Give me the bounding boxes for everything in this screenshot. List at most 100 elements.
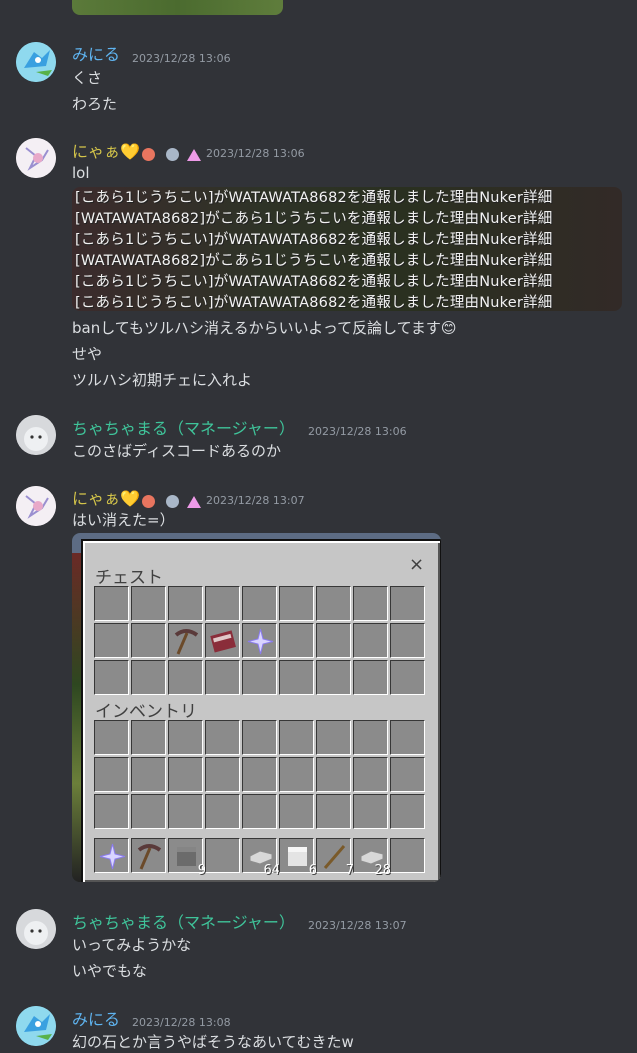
slot — [168, 660, 203, 695]
timestamp: 2023/12/28 13:08 — [132, 1016, 231, 1029]
message-text: くさ — [72, 69, 103, 87]
username[interactable]: にゃぁ💛 — [72, 142, 140, 162]
slot — [131, 838, 166, 873]
slot: 64 — [242, 838, 280, 878]
triangle-badge-icon — [187, 495, 202, 508]
hotbar-grid: 9 64 6 7 28 — [93, 837, 426, 878]
log-line: [こあら1じうちこい]がWATAWATA8682を通報しました理由Nuker詳細 — [75, 232, 553, 248]
timestamp: 2023/12/28 13:06 — [132, 52, 231, 65]
avatar[interactable] — [16, 138, 56, 178]
log-line: [こあら1じうちこい]がWATAWATA8682を通報しました理由Nuker詳細 — [75, 190, 553, 206]
message-text: banしてもツルハシ消えるからいいよって反論してます😊 — [72, 319, 457, 337]
chest-grid — [93, 585, 426, 696]
slot — [279, 623, 314, 658]
white-block-icon — [288, 847, 307, 866]
slot — [353, 757, 388, 792]
slot — [94, 794, 129, 829]
slot — [242, 794, 277, 829]
stick-icon — [323, 845, 346, 869]
slot — [131, 794, 166, 829]
slot — [316, 720, 351, 755]
slot — [205, 586, 240, 621]
chest-gui-panel: チェスト × インベントリ 9 64 6 7 28 — [81, 539, 441, 882]
username[interactable]: にゃぁ💛 — [72, 489, 140, 509]
slot — [168, 586, 203, 621]
avatar[interactable] — [16, 1006, 56, 1046]
slot — [279, 660, 314, 695]
slot — [353, 586, 388, 621]
slot — [94, 720, 129, 755]
username[interactable]: ちゃちゃまる（マネージャー） — [72, 913, 295, 933]
slot — [316, 623, 351, 658]
avatar[interactable] — [16, 486, 56, 526]
enchanted-book-icon — [210, 630, 236, 653]
slot — [242, 720, 277, 755]
slot — [316, 757, 351, 792]
message-text: lol — [72, 164, 90, 182]
pickaxe-icon — [137, 844, 162, 870]
item-count: 64 — [263, 863, 280, 878]
minecraft-screenshot[interactable]: チェスト × インベントリ 9 64 6 7 28 — [72, 533, 441, 882]
slot — [131, 660, 166, 695]
slot — [390, 660, 425, 695]
triangle-badge-icon — [187, 148, 202, 161]
slot — [131, 757, 166, 792]
pause-badge-icon — [142, 148, 155, 161]
slot — [205, 794, 240, 829]
username[interactable]: ちゃちゃまる（マネージャー） — [72, 419, 295, 439]
slot — [94, 838, 129, 873]
message-text: せや — [72, 345, 103, 363]
slot: 6 — [279, 838, 317, 878]
slot — [205, 623, 240, 658]
slot: 9 — [168, 838, 206, 878]
slot — [168, 757, 203, 792]
item-count: 28 — [374, 863, 391, 878]
slot — [94, 623, 129, 658]
slot — [94, 586, 129, 621]
avatar[interactable] — [16, 42, 56, 82]
slot — [279, 720, 314, 755]
role-badges — [142, 491, 202, 510]
pickaxe-icon — [174, 629, 199, 655]
slot — [353, 623, 388, 658]
avatar[interactable] — [16, 909, 56, 949]
slot — [390, 838, 425, 873]
slot — [242, 757, 277, 792]
slot — [131, 623, 166, 658]
timestamp: 2023/12/28 13:06 — [206, 147, 305, 160]
slot — [316, 794, 351, 829]
slot — [131, 586, 166, 621]
log-line: [WATAWATA8682]がこあら1じうちこいを通報しました理由Nuker詳細 — [75, 211, 553, 227]
slot — [353, 720, 388, 755]
message-text: はい消えた=） — [72, 511, 175, 529]
username[interactable]: みにる — [72, 1010, 120, 1030]
log-line: [こあら1じうちこい]がWATAWATA8682を通報しました理由Nuker詳細 — [75, 274, 553, 290]
slot — [168, 623, 203, 658]
message-text: わろた — [72, 95, 118, 113]
slot — [353, 660, 388, 695]
slot — [242, 623, 277, 658]
chat-log-image[interactable]: [こあら1じうちこい]がWATAWATA8682を通報しました理由Nuker詳細… — [72, 187, 622, 311]
slot — [390, 623, 425, 658]
avatar[interactable] — [16, 415, 56, 455]
previous-image-fragment[interactable] — [72, 0, 283, 15]
slot — [279, 757, 314, 792]
slot — [390, 757, 425, 792]
timestamp: 2023/12/28 13:07 — [206, 494, 305, 507]
slot — [168, 720, 203, 755]
slot — [131, 720, 166, 755]
slot: 7 — [316, 838, 354, 878]
message-text: 幻の石とか言うやばそうなあいてむきたw — [72, 1033, 354, 1051]
slot — [94, 660, 129, 695]
close-icon: × — [409, 554, 425, 575]
eye-badge-icon — [166, 495, 180, 508]
role-badges — [142, 144, 202, 163]
username[interactable]: みにる — [72, 45, 120, 65]
slot — [279, 794, 314, 829]
slot: 28 — [353, 838, 391, 878]
eye-badge-icon — [166, 148, 180, 161]
slot — [205, 660, 240, 695]
slot — [390, 586, 425, 621]
log-line: [WATAWATA8682]がこあら1じうちこいを通報しました理由Nuker詳細 — [75, 253, 553, 269]
inventory-grid — [93, 719, 426, 830]
